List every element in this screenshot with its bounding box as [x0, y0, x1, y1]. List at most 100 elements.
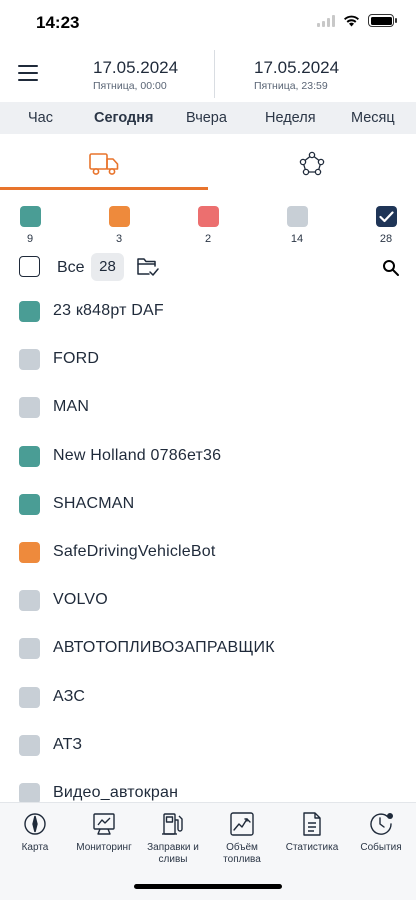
- folder-check-icon: [137, 258, 159, 276]
- tab-hour[interactable]: Час: [28, 110, 53, 126]
- filter-red-swatch: [197, 206, 219, 227]
- vehicle-status-indicator: [19, 638, 40, 660]
- list-item[interactable]: SafeDrivingVehicleBot: [0, 529, 416, 577]
- battery-icon: [368, 14, 397, 27]
- compass-icon: [24, 813, 46, 835]
- tab-today[interactable]: Сегодня: [94, 110, 153, 126]
- nav-monitoring[interactable]: Мониторинг: [69, 809, 139, 854]
- vehicle-status-indicator: [19, 397, 40, 419]
- filter-orange-swatch: [108, 206, 130, 227]
- list-item[interactable]: АВТОТОПЛИВОЗАПРАВЩИК: [0, 625, 416, 673]
- status-filters: 9 3 2 14 28: [0, 206, 416, 250]
- date-from-subtitle: Пятница, 00:00: [93, 80, 167, 92]
- nav-statistics[interactable]: Статистика: [277, 809, 347, 854]
- status-time: 14:23: [36, 13, 80, 32]
- checkmark-icon: [378, 210, 394, 222]
- list-item[interactable]: MAN: [0, 384, 416, 432]
- vehicle-status-indicator: [19, 686, 40, 708]
- status-icons: [317, 14, 397, 27]
- list-item[interactable]: New Holland 0786ет36: [0, 433, 416, 481]
- network-icon: [299, 151, 325, 176]
- nav-map[interactable]: Карта: [0, 809, 70, 854]
- view-tabs: [0, 136, 416, 192]
- fuel-volume-chart-icon: [230, 812, 254, 836]
- vehicle-status-indicator: [19, 734, 40, 756]
- filter-all-count: 28: [379, 233, 393, 245]
- filter-gray[interactable]: 14: [285, 206, 309, 245]
- vehicle-name: MAN: [53, 398, 90, 416]
- list-item[interactable]: SHACMAN: [0, 481, 416, 529]
- vehicle-name: SafeDrivingVehicleBot: [53, 542, 216, 560]
- filter-teal-swatch: [19, 206, 41, 227]
- vehicle-status-indicator: [19, 590, 40, 612]
- nav-events-label: События: [360, 842, 402, 853]
- filter-red[interactable]: 2: [196, 206, 220, 245]
- home-indicator: [134, 884, 282, 889]
- tab-vehicles[interactable]: [0, 136, 208, 192]
- filter-gray-swatch: [286, 206, 308, 227]
- select-all-checkbox[interactable]: [19, 256, 40, 277]
- cellular-signal-icon: [317, 14, 335, 27]
- filter-orange-count: 3: [115, 233, 123, 245]
- list-item[interactable]: VOLVO: [0, 577, 416, 625]
- nav-statistics-label: Статистика: [285, 842, 339, 853]
- select-all-row: Все 28: [0, 253, 416, 283]
- nav-fuel-volume-label: Объём топлива: [223, 842, 261, 865]
- vehicle-name: АТЗ: [53, 735, 83, 753]
- filter-teal[interactable]: 9: [18, 206, 42, 245]
- vehicle-status-indicator: [19, 349, 40, 371]
- vehicle-name: АВТОТОПЛИВОЗАПРАВЩИК: [53, 639, 275, 657]
- date-to-value: 17.05.2024: [254, 58, 340, 77]
- vehicle-status-indicator: [19, 301, 40, 322]
- vehicle-list: 23 к848рт DAF FORD MAN New Holland 0786е…: [0, 288, 416, 818]
- nav-fuel-volume[interactable]: Объём топлива: [207, 809, 277, 866]
- vehicle-name: New Holland 0786ет36: [53, 446, 222, 464]
- monitoring-icon: [93, 813, 115, 835]
- date-to-picker[interactable]: 17.05.2024 Пятница, 23:59: [254, 58, 339, 92]
- nav-monitoring-label: Мониторинг: [76, 842, 132, 853]
- document-icon: [303, 812, 321, 836]
- nav-events[interactable]: События: [346, 809, 416, 854]
- vehicle-name: 23 к848рт DAF: [53, 302, 164, 319]
- filter-red-count: 2: [204, 233, 212, 245]
- filter-all[interactable]: 28: [374, 206, 398, 245]
- nav-map-label: Карта: [21, 842, 49, 853]
- tab-yesterday[interactable]: Вчера: [186, 110, 227, 126]
- folder-filter-button[interactable]: [136, 256, 160, 283]
- tab-week[interactable]: Неделя: [265, 110, 316, 126]
- tab-groups[interactable]: [208, 136, 416, 192]
- events-clock-icon: [370, 813, 393, 835]
- date-from-picker[interactable]: 17.05.2024 Пятница, 00:00: [93, 58, 178, 92]
- search-button[interactable]: [382, 259, 400, 282]
- header-divider: [214, 50, 215, 98]
- filter-gray-count: 14: [290, 233, 304, 245]
- vehicle-name: VOLVO: [53, 591, 108, 609]
- list-item[interactable]: 23 к848рт DAF: [0, 288, 416, 336]
- tab-month[interactable]: Месяц: [351, 110, 395, 126]
- menu-icon[interactable]: [18, 65, 38, 81]
- vehicle-status-indicator: [19, 445, 40, 467]
- filter-teal-count: 9: [26, 233, 34, 245]
- search-icon: [383, 260, 399, 276]
- filter-all-checkbox: [375, 206, 397, 227]
- select-all-label: Все: [57, 259, 85, 276]
- nav-refuels-label: Заправки и сливы: [147, 842, 199, 865]
- nav-refuels[interactable]: Заправки и сливы: [138, 809, 208, 866]
- active-tab-indicator: [0, 187, 208, 190]
- list-item[interactable]: АТЗ: [0, 722, 416, 770]
- vehicle-status-indicator: [19, 493, 40, 515]
- list-item[interactable]: АЗС: [0, 674, 416, 722]
- vehicle-name: Видео_автокран: [53, 783, 179, 801]
- vehicle-name: SHACMAN: [53, 494, 135, 512]
- list-item[interactable]: FORD: [0, 336, 416, 384]
- total-count-badge: 28: [91, 253, 124, 281]
- fuel-station-icon: [162, 813, 183, 835]
- date-from-value: 17.05.2024: [93, 58, 179, 77]
- status-bar: 14:23: [0, 0, 416, 44]
- period-tabs: Час Сегодня Вчера Неделя Месяц: [0, 102, 416, 134]
- date-range-header: 17.05.2024 Пятница, 00:00 17.05.2024 Пят…: [0, 44, 416, 102]
- vehicle-status-indicator: [19, 782, 40, 804]
- truck-icon: [89, 153, 119, 175]
- vehicle-status-indicator: [19, 541, 40, 563]
- filter-orange[interactable]: 3: [107, 206, 131, 245]
